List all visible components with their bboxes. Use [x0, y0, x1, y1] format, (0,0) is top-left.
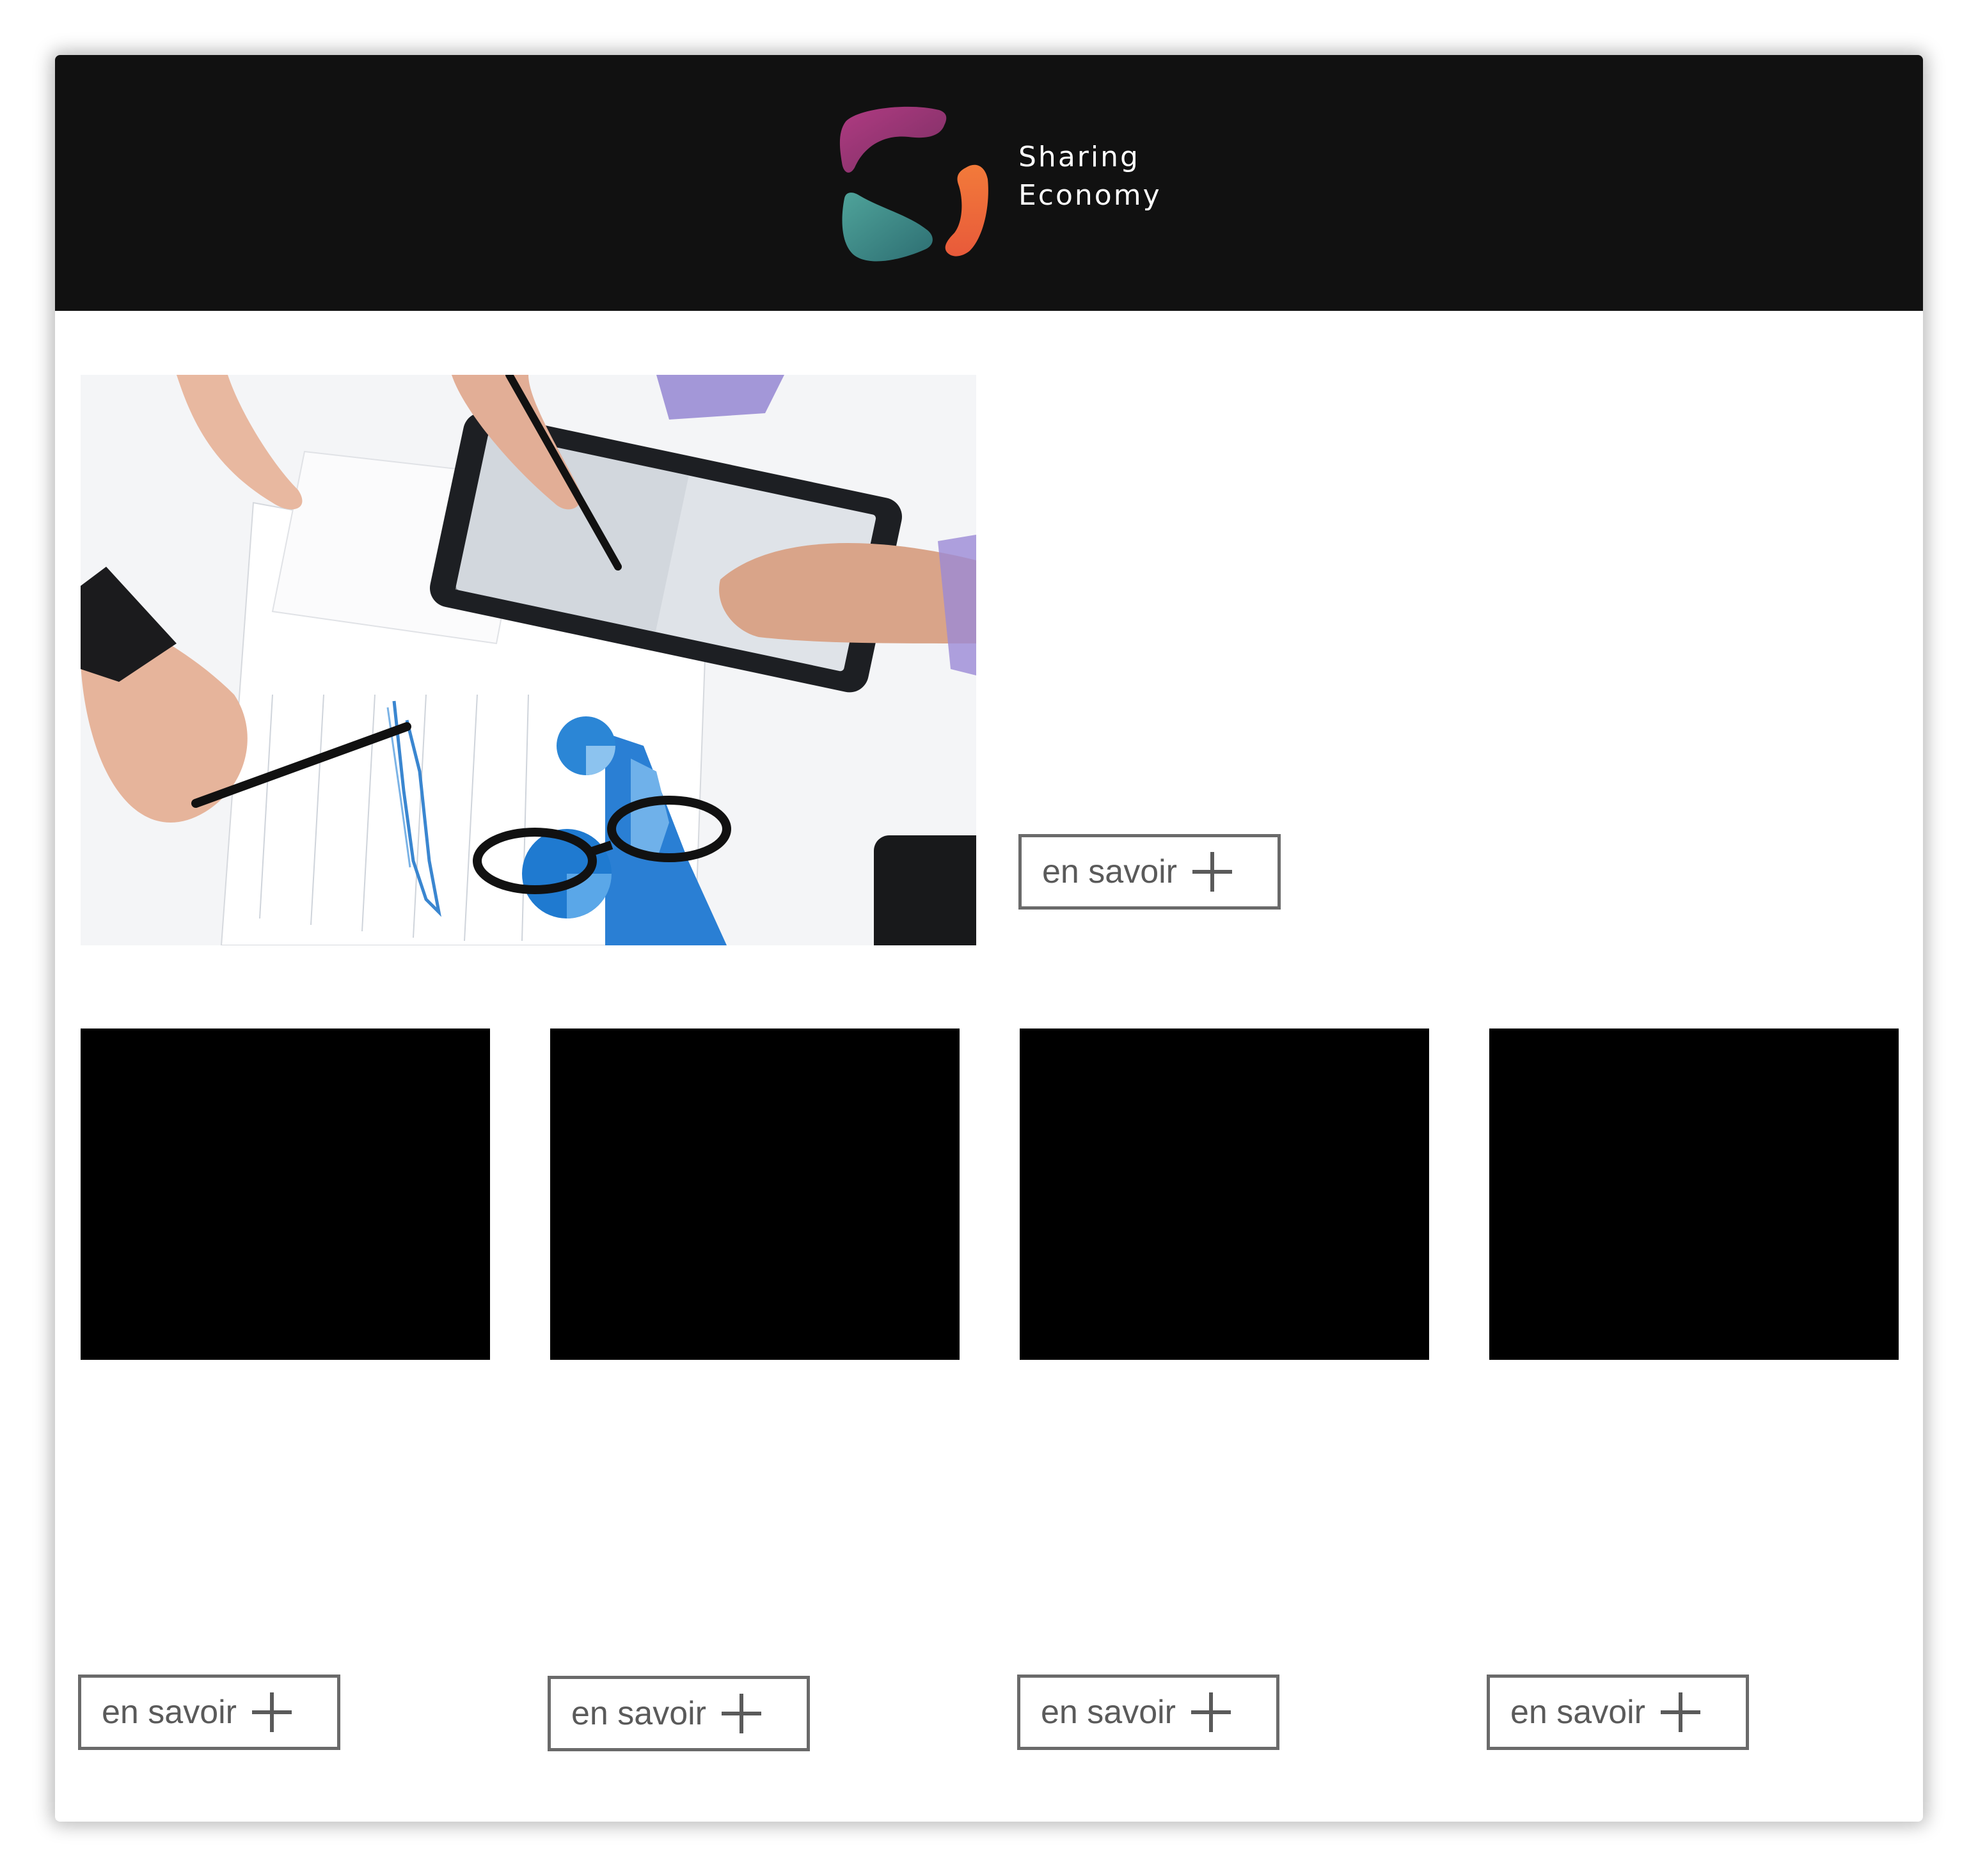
site-header: Sharing Economy [55, 55, 1923, 311]
card-image-3 [1020, 1029, 1429, 1360]
hero-button-label: en savoir [1042, 853, 1177, 890]
card-button-label: en savoir [102, 1694, 237, 1731]
brand-name: Sharing Economy [1018, 138, 1162, 215]
card-4-en-savoir-button[interactable]: en savoir [1487, 1675, 1749, 1750]
card-button-label: en savoir [1510, 1694, 1645, 1731]
plus-icon [1191, 851, 1233, 893]
plus-icon [1659, 1691, 1702, 1733]
card-button-label: en savoir [571, 1695, 706, 1732]
card-button-label: en savoir [1041, 1694, 1176, 1731]
hero-en-savoir-button[interactable]: en savoir [1018, 834, 1281, 910]
card-2-en-savoir-button[interactable]: en savoir [548, 1676, 810, 1751]
card-image-2 [550, 1029, 960, 1360]
page-window: Sharing Economy en savoir en savoir en s… [55, 55, 1923, 1822]
card-1-en-savoir-button[interactable]: en savoir [78, 1675, 340, 1750]
brand-line-2: Economy [1018, 179, 1162, 212]
brand-line-1: Sharing [1018, 141, 1140, 173]
card-image-1 [81, 1029, 490, 1360]
card-3-en-savoir-button[interactable]: en savoir [1017, 1675, 1279, 1750]
card-image-4 [1489, 1029, 1899, 1360]
plus-icon [720, 1692, 763, 1735]
hero-photo [81, 375, 976, 945]
plus-icon [251, 1691, 293, 1733]
plus-icon [1190, 1691, 1232, 1733]
sharing-economy-logo-icon[interactable] [832, 96, 998, 269]
